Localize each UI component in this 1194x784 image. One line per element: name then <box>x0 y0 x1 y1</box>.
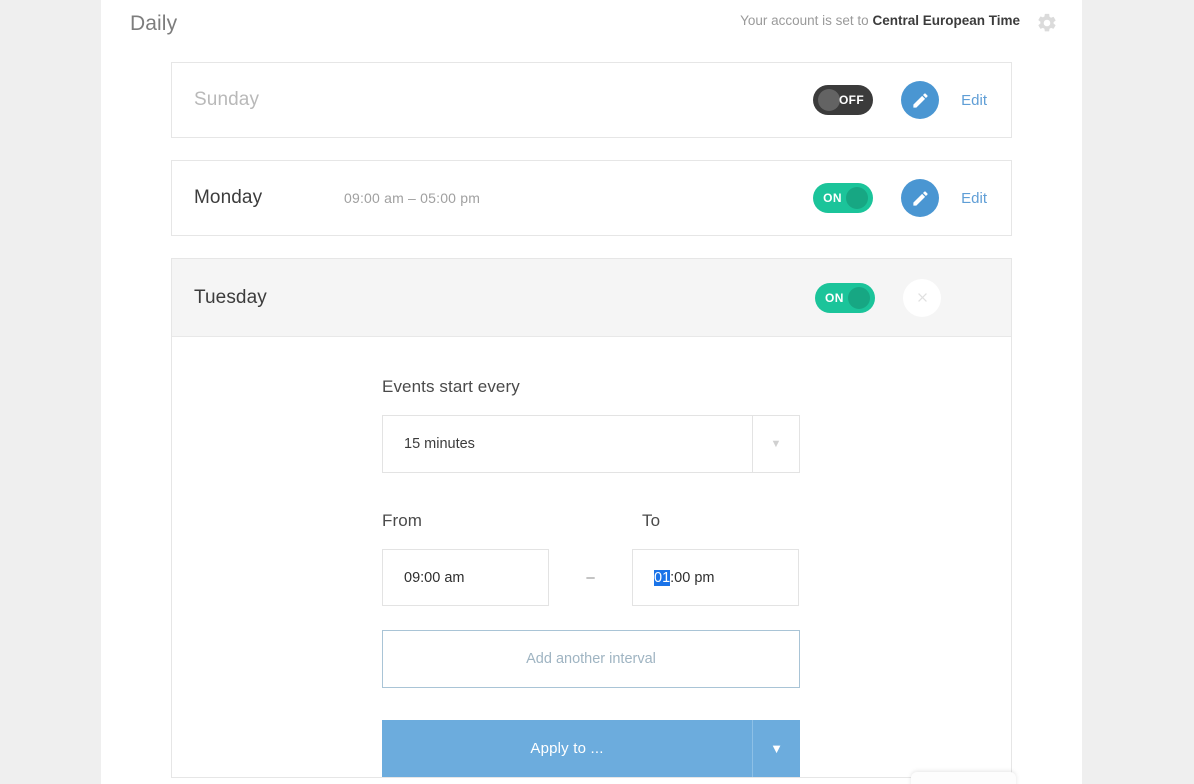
day-row-monday: Monday 09:00 am – 05:00 pm ON Edit <box>172 161 1011 235</box>
from-time-input[interactable]: 09:00 am <box>382 549 549 606</box>
close-icon <box>917 293 927 302</box>
day-name-tuesday: Tuesday <box>194 286 267 308</box>
day-card-monday: Monday 09:00 am – 05:00 pm ON Edit <box>171 160 1012 236</box>
from-time-value: 09:00 am <box>404 569 465 586</box>
to-time-input[interactable]: 01:00 pm <box>632 549 799 606</box>
apply-to-label: Apply to ... <box>530 740 604 757</box>
apply-to-button[interactable]: Apply to ... <box>382 720 752 777</box>
toggle-knob <box>846 187 869 209</box>
day-controls-tuesday: ON <box>815 278 1011 317</box>
day-controls-sunday: OFF Edit <box>813 81 1011 119</box>
day-list: Sunday OFF Edit Monday 09:00 am – 05:00 … <box>171 62 1012 778</box>
chevron-down-icon[interactable]: ▼ <box>752 416 799 472</box>
page-header: Daily Your account is set to Central Eur… <box>101 0 1082 52</box>
pencil-icon <box>913 92 928 108</box>
toggle-tuesday[interactable]: ON <box>815 282 875 313</box>
day-editor-body: Events start every 15 minutes ▼ From To … <box>172 337 1011 777</box>
edit-pencil-button-sunday[interactable] <box>901 81 940 119</box>
editor-form-column: Events start every 15 minutes ▼ From To … <box>382 377 800 777</box>
edit-pencil-button-monday[interactable] <box>901 179 940 217</box>
fromto-labels: From To <box>382 511 800 549</box>
add-another-interval-button[interactable]: Add another interval <box>382 630 800 688</box>
toggle-sunday[interactable]: OFF <box>813 85 874 115</box>
time-range-dash: – <box>586 569 595 586</box>
day-name-sunday: Sunday <box>194 89 260 110</box>
toggle-label-monday: ON <box>823 191 842 205</box>
day-row-sunday: Sunday OFF Edit <box>172 63 1011 137</box>
to-time-selected-hour: 01 <box>654 569 671 586</box>
apply-to-button-group: Apply to ... ▼ <box>382 720 800 777</box>
toggle-monday[interactable]: ON <box>813 183 874 213</box>
interval-select-value: 15 minutes <box>404 436 475 452</box>
toggle-knob <box>818 89 841 111</box>
edit-link-monday[interactable]: Edit <box>961 190 987 207</box>
day-name-monday: Monday <box>194 187 263 208</box>
day-hours-monday: 09:00 am – 05:00 pm <box>344 190 481 206</box>
page-title: Daily <box>130 12 178 35</box>
timezone-value: Central European Time <box>872 13 1020 28</box>
day-card-tuesday: Tuesday ON Events start every 15 minutes… <box>171 258 1012 778</box>
day-row-tuesday: Tuesday ON <box>172 259 1011 337</box>
toggle-knob <box>848 286 870 309</box>
interval-label: Events start every <box>382 377 520 396</box>
day-card-sunday: Sunday OFF Edit <box>171 62 1012 138</box>
timezone-prefix: Your account is set to <box>740 13 873 28</box>
page-container: Daily Your account is set to Central Eur… <box>101 0 1082 784</box>
apply-to-caret-icon[interactable]: ▼ <box>752 720 800 777</box>
day-controls-monday: ON Edit <box>813 179 1011 217</box>
fromto-row: 09:00 am – 01:00 pm <box>382 549 800 606</box>
bottom-floating-widget[interactable] <box>911 772 1016 784</box>
pencil-icon <box>913 190 928 206</box>
to-time-rest: :00 pm <box>670 569 715 586</box>
interval-select[interactable]: 15 minutes ▼ <box>382 415 800 473</box>
close-button-tuesday[interactable] <box>903 278 941 317</box>
timezone-notice: Your account is set to Central European … <box>740 13 1020 28</box>
toggle-label-tuesday: ON <box>825 290 844 305</box>
gear-icon[interactable] <box>1036 12 1058 34</box>
edit-link-sunday[interactable]: Edit <box>961 92 987 109</box>
to-label: To <box>642 511 661 530</box>
add-another-interval-label: Add another interval <box>526 651 656 667</box>
toggle-label-sunday: OFF <box>838 93 865 107</box>
from-label: From <box>382 511 423 530</box>
